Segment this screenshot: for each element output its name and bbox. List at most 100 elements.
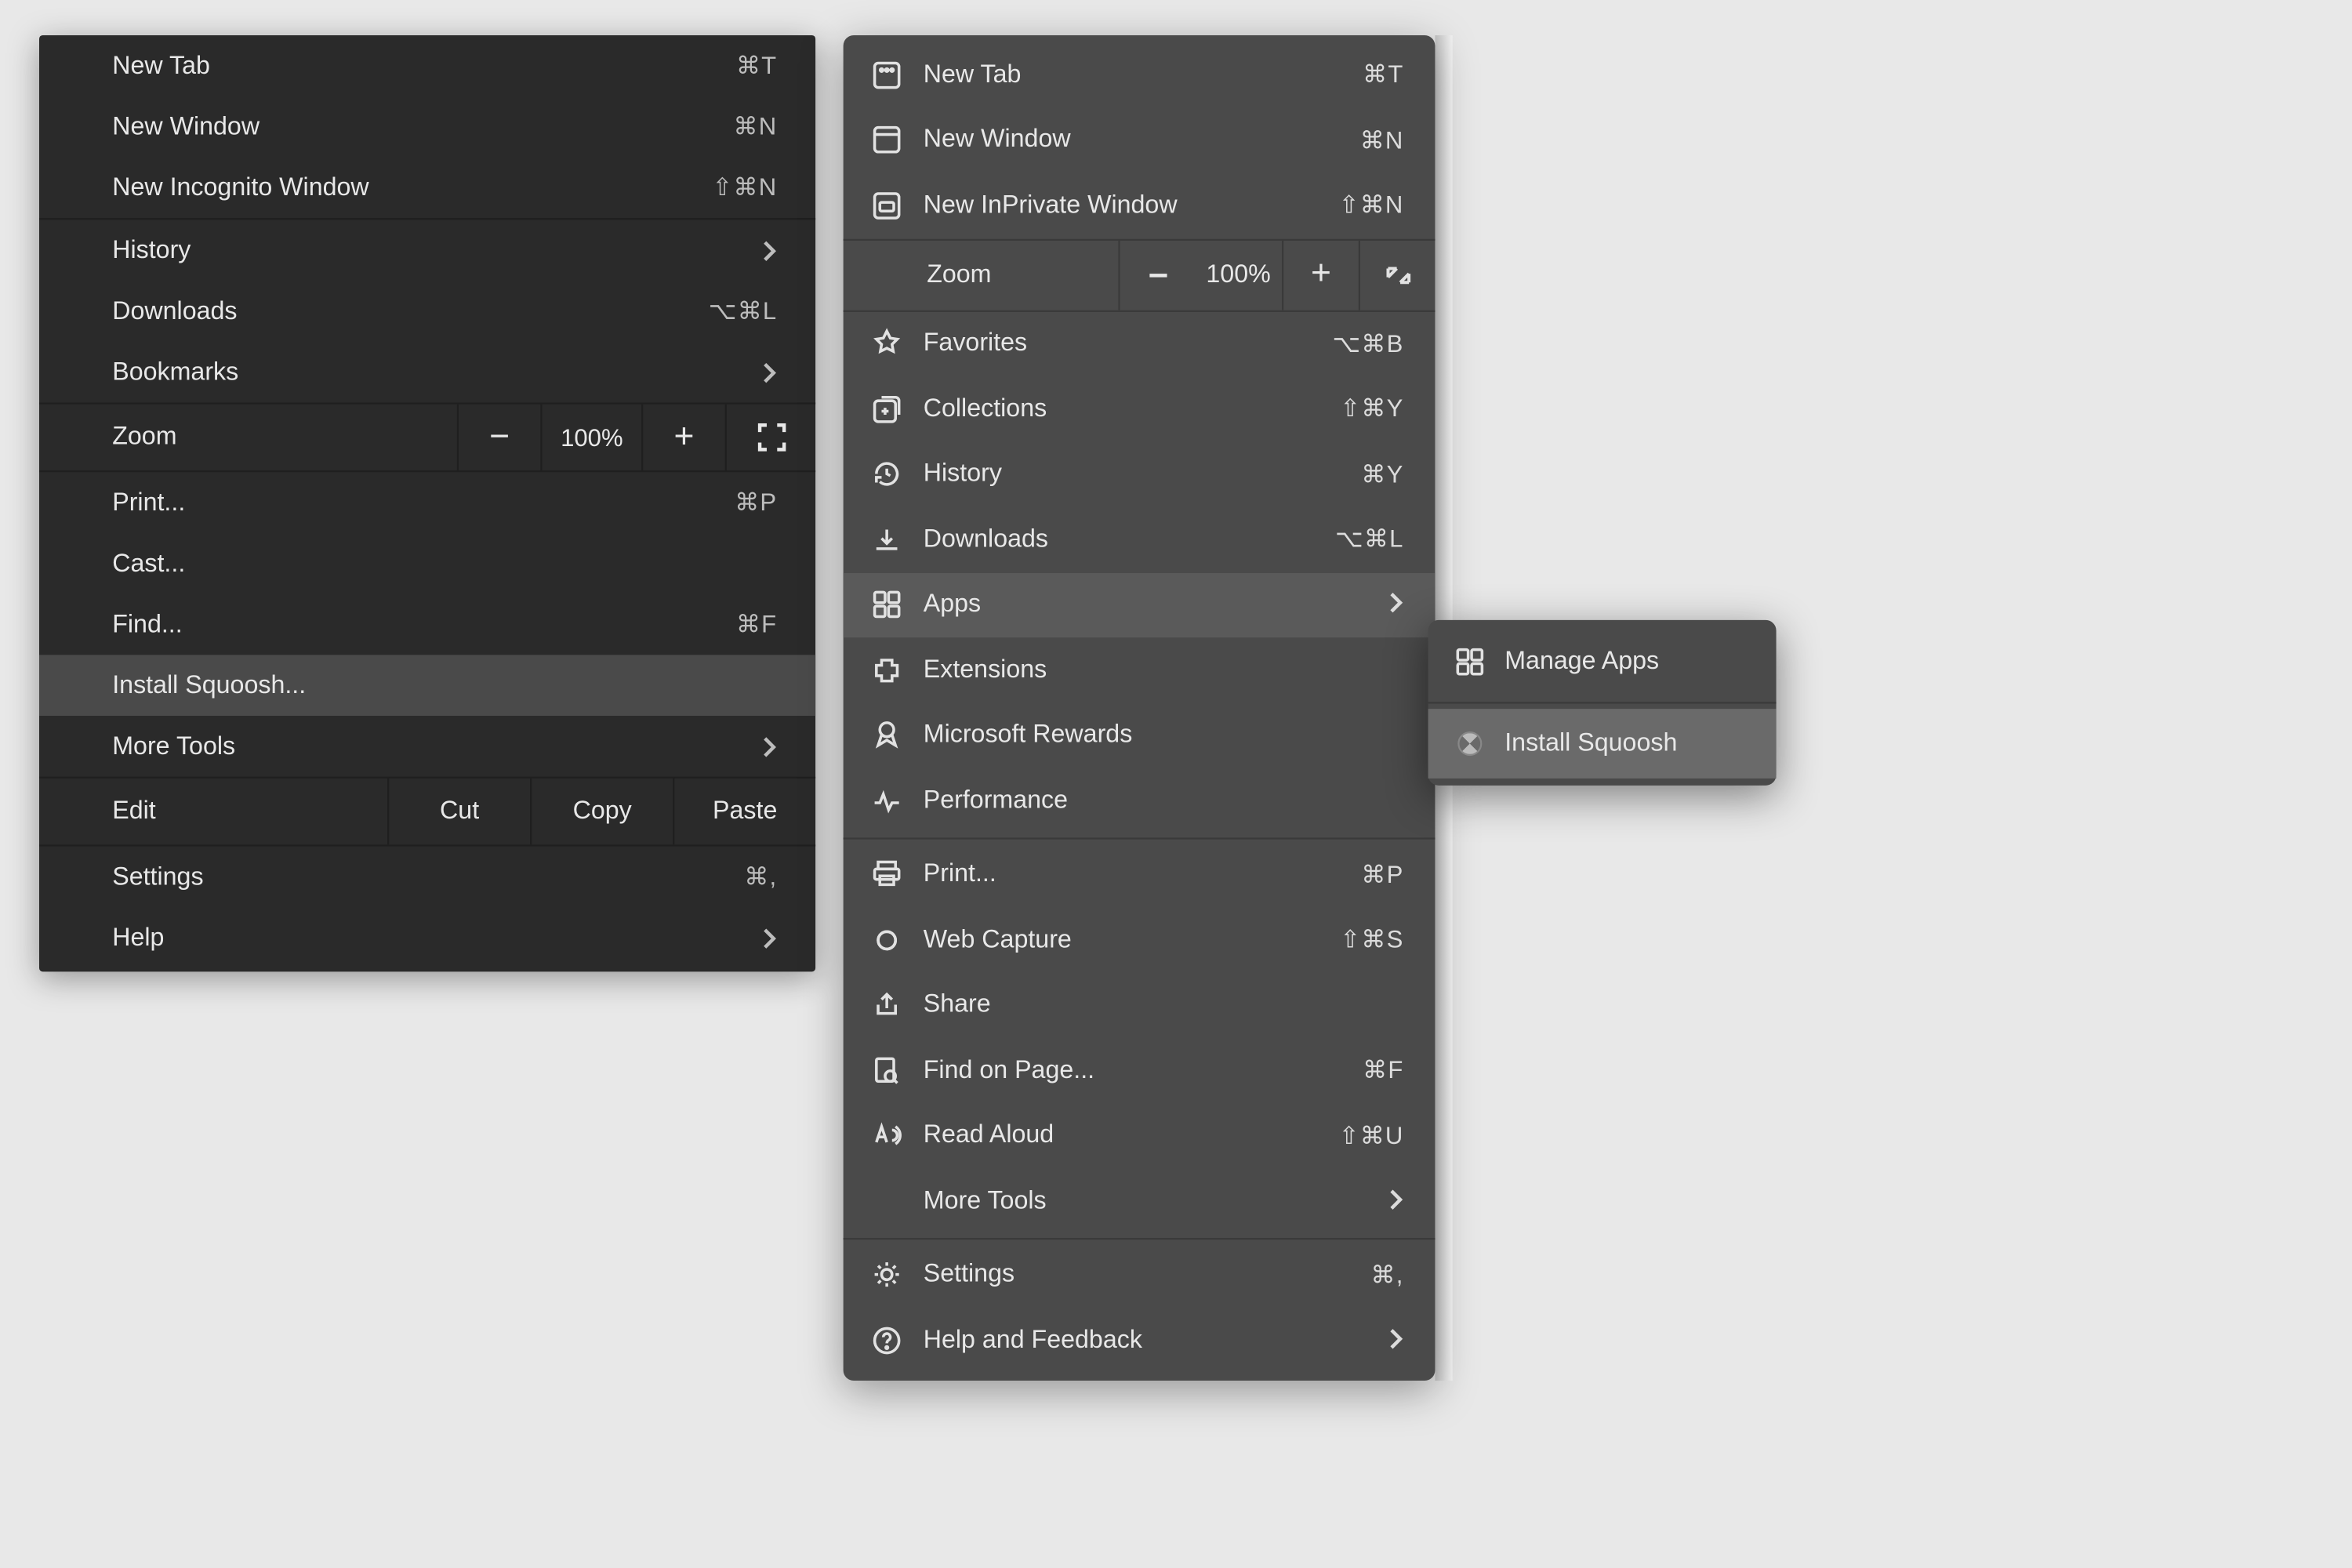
chevron-right-icon <box>1390 1327 1404 1355</box>
menu-item-favorites[interactable]: Favorites ⌥⌘B <box>844 311 1436 376</box>
menu-item-label: New Tab <box>924 61 1345 89</box>
help-icon <box>868 1321 906 1359</box>
menu-item-label: History <box>924 460 1344 488</box>
menu-item-bookmarks[interactable]: Bookmarks <box>39 342 815 403</box>
menu-item-new-tab[interactable]: New Tab ⌘T <box>844 42 1436 107</box>
new-tab-icon <box>868 56 906 94</box>
menu-item-read-aloud[interactable]: Read Aloud ⇧⌘U <box>844 1103 1436 1168</box>
menu-item-cast[interactable]: Cast... <box>39 533 815 594</box>
menu-item-shortcut: ⇧⌘N <box>712 172 777 202</box>
submenu-item-label: Manage Apps <box>1504 648 1659 676</box>
chevron-right-icon <box>764 361 778 383</box>
fullscreen-button[interactable] <box>1359 240 1436 310</box>
menu-item-label: Microsoft Rewards <box>924 721 1404 750</box>
apps-submenu: Manage Apps Install Squoosh <box>1428 620 1777 786</box>
edit-label: Edit <box>39 797 387 826</box>
menu-item-shortcut: ⌘T <box>1363 60 1403 90</box>
menu-item-performance[interactable]: Performance <box>844 768 1436 833</box>
menu-item-shortcut: ⌘, <box>744 862 777 892</box>
submenu-item-install-squoosh[interactable]: Install Squoosh <box>1428 709 1777 779</box>
menu-item-label: History <box>112 236 763 264</box>
zoom-in-button[interactable]: + <box>1282 240 1359 310</box>
menu-item-apps[interactable]: Apps <box>844 572 1436 637</box>
edit-cut-button[interactable]: Cut <box>387 779 530 844</box>
blank-icon <box>868 1181 906 1220</box>
menu-edit-row: Edit Cut Copy Paste <box>39 777 815 847</box>
zoom-out-button[interactable]: − <box>457 405 541 470</box>
zoom-label: Zoom <box>39 423 457 452</box>
menu-item-new-window[interactable]: New Window ⌘N <box>39 96 815 158</box>
menu-item-share[interactable]: Share <box>844 972 1436 1037</box>
menu-item-downloads[interactable]: Downloads ⌥⌘L <box>844 507 1436 572</box>
menu-item-collections[interactable]: Collections ⇧⌘Y <box>844 376 1436 441</box>
menu-separator <box>1428 702 1777 703</box>
menu-item-history[interactable]: History ⌘Y <box>844 441 1436 506</box>
menu-item-shortcut: ⌘P <box>735 488 777 517</box>
chrome-main-menu: New Tab ⌘T New Window ⌘N New Incognito W… <box>39 35 815 971</box>
menu-item-label: Find on Page... <box>924 1057 1345 1085</box>
zoom-value: 100% <box>1195 240 1282 310</box>
menu-item-label: Help <box>112 924 763 952</box>
menu-item-label: Cast... <box>112 550 777 578</box>
menu-item-history[interactable]: History <box>39 220 815 281</box>
chevron-right-icon <box>764 927 778 949</box>
menu-item-new-tab[interactable]: New Tab ⌘T <box>39 35 815 96</box>
menu-item-label: Print... <box>924 861 1344 889</box>
menu-item-label: New Incognito Window <box>112 173 712 201</box>
find-icon <box>868 1051 906 1090</box>
menu-item-label: New Window <box>112 113 733 141</box>
menu-item-more-tools[interactable]: More Tools <box>844 1168 1436 1233</box>
menu-item-downloads[interactable]: Downloads ⌥⌘L <box>39 281 815 342</box>
menu-item-extensions[interactable]: Extensions <box>844 637 1436 702</box>
menu-item-web-capture[interactable]: Web Capture ⇧⌘S <box>844 907 1436 972</box>
edit-paste-button[interactable]: Paste <box>673 779 815 844</box>
share-icon <box>868 986 906 1025</box>
new-window-icon <box>868 121 906 159</box>
menu-item-shortcut: ⌥⌘L <box>1335 524 1404 554</box>
collections-icon <box>868 390 906 428</box>
inprivate-icon <box>868 187 906 225</box>
menu-item-label: Apps <box>924 591 1373 619</box>
menu-item-help[interactable]: Help <box>39 907 815 968</box>
menu-item-new-inprivate-window[interactable]: New InPrivate Window ⇧⌘N <box>844 172 1436 238</box>
menu-item-shortcut: ⌘N <box>734 112 778 142</box>
menu-item-help-and-feedback[interactable]: Help and Feedback <box>844 1308 1436 1373</box>
menu-zoom-row: Zoom − 100% + <box>39 402 815 472</box>
apps-icon <box>1453 644 1487 679</box>
star-icon <box>868 325 906 363</box>
menu-item-label: Bookmarks <box>112 358 763 387</box>
menu-item-more-tools[interactable]: More Tools <box>39 716 815 777</box>
menu-item-label: Performance <box>924 786 1404 815</box>
menu-separator <box>844 1237 1436 1239</box>
menu-item-new-incognito-window[interactable]: New Incognito Window ⇧⌘N <box>39 157 815 218</box>
menu-item-label: Help and Feedback <box>924 1327 1373 1355</box>
menu-item-settings[interactable]: Settings ⌘, <box>39 847 815 908</box>
submenu-item-manage-apps[interactable]: Manage Apps <box>1428 627 1777 697</box>
menu-separator <box>844 837 1436 838</box>
zoom-in-button[interactable]: + <box>641 405 725 470</box>
menu-item-label: Install Squoosh... <box>112 671 777 699</box>
menu-item-print[interactable]: Print... ⌘P <box>39 472 815 533</box>
menu-item-label: More Tools <box>924 1187 1373 1215</box>
menu-item-shortcut: ⌥⌘L <box>709 296 778 326</box>
menu-item-microsoft-rewards[interactable]: Microsoft Rewards <box>844 702 1436 768</box>
menu-item-label: Downloads <box>924 525 1318 554</box>
menu-item-new-window[interactable]: New Window ⌘N <box>844 107 1436 172</box>
fullscreen-button[interactable] <box>725 405 815 470</box>
menu-item-install-squoosh[interactable]: Install Squoosh... <box>39 655 815 716</box>
chevron-right-icon <box>1390 591 1404 619</box>
menu-item-label: Web Capture <box>924 926 1323 954</box>
zoom-value: 100% <box>540 405 641 470</box>
print-icon <box>868 855 906 894</box>
menu-item-print[interactable]: Print... ⌘P <box>844 842 1436 907</box>
menu-item-shortcut: ⇧⌘U <box>1339 1121 1404 1151</box>
performance-icon <box>868 782 906 820</box>
menu-item-find-on-page[interactable]: Find on Page... ⌘F <box>844 1038 1436 1103</box>
menu-item-find[interactable]: Find... ⌘F <box>39 594 815 655</box>
menu-item-shortcut: ⌥⌘B <box>1332 329 1403 359</box>
extensions-icon <box>868 651 906 689</box>
menu-item-settings[interactable]: Settings ⌘, <box>844 1243 1436 1308</box>
apps-icon <box>868 586 906 624</box>
zoom-out-button[interactable] <box>1118 240 1195 310</box>
edit-copy-button[interactable]: Copy <box>530 779 673 844</box>
